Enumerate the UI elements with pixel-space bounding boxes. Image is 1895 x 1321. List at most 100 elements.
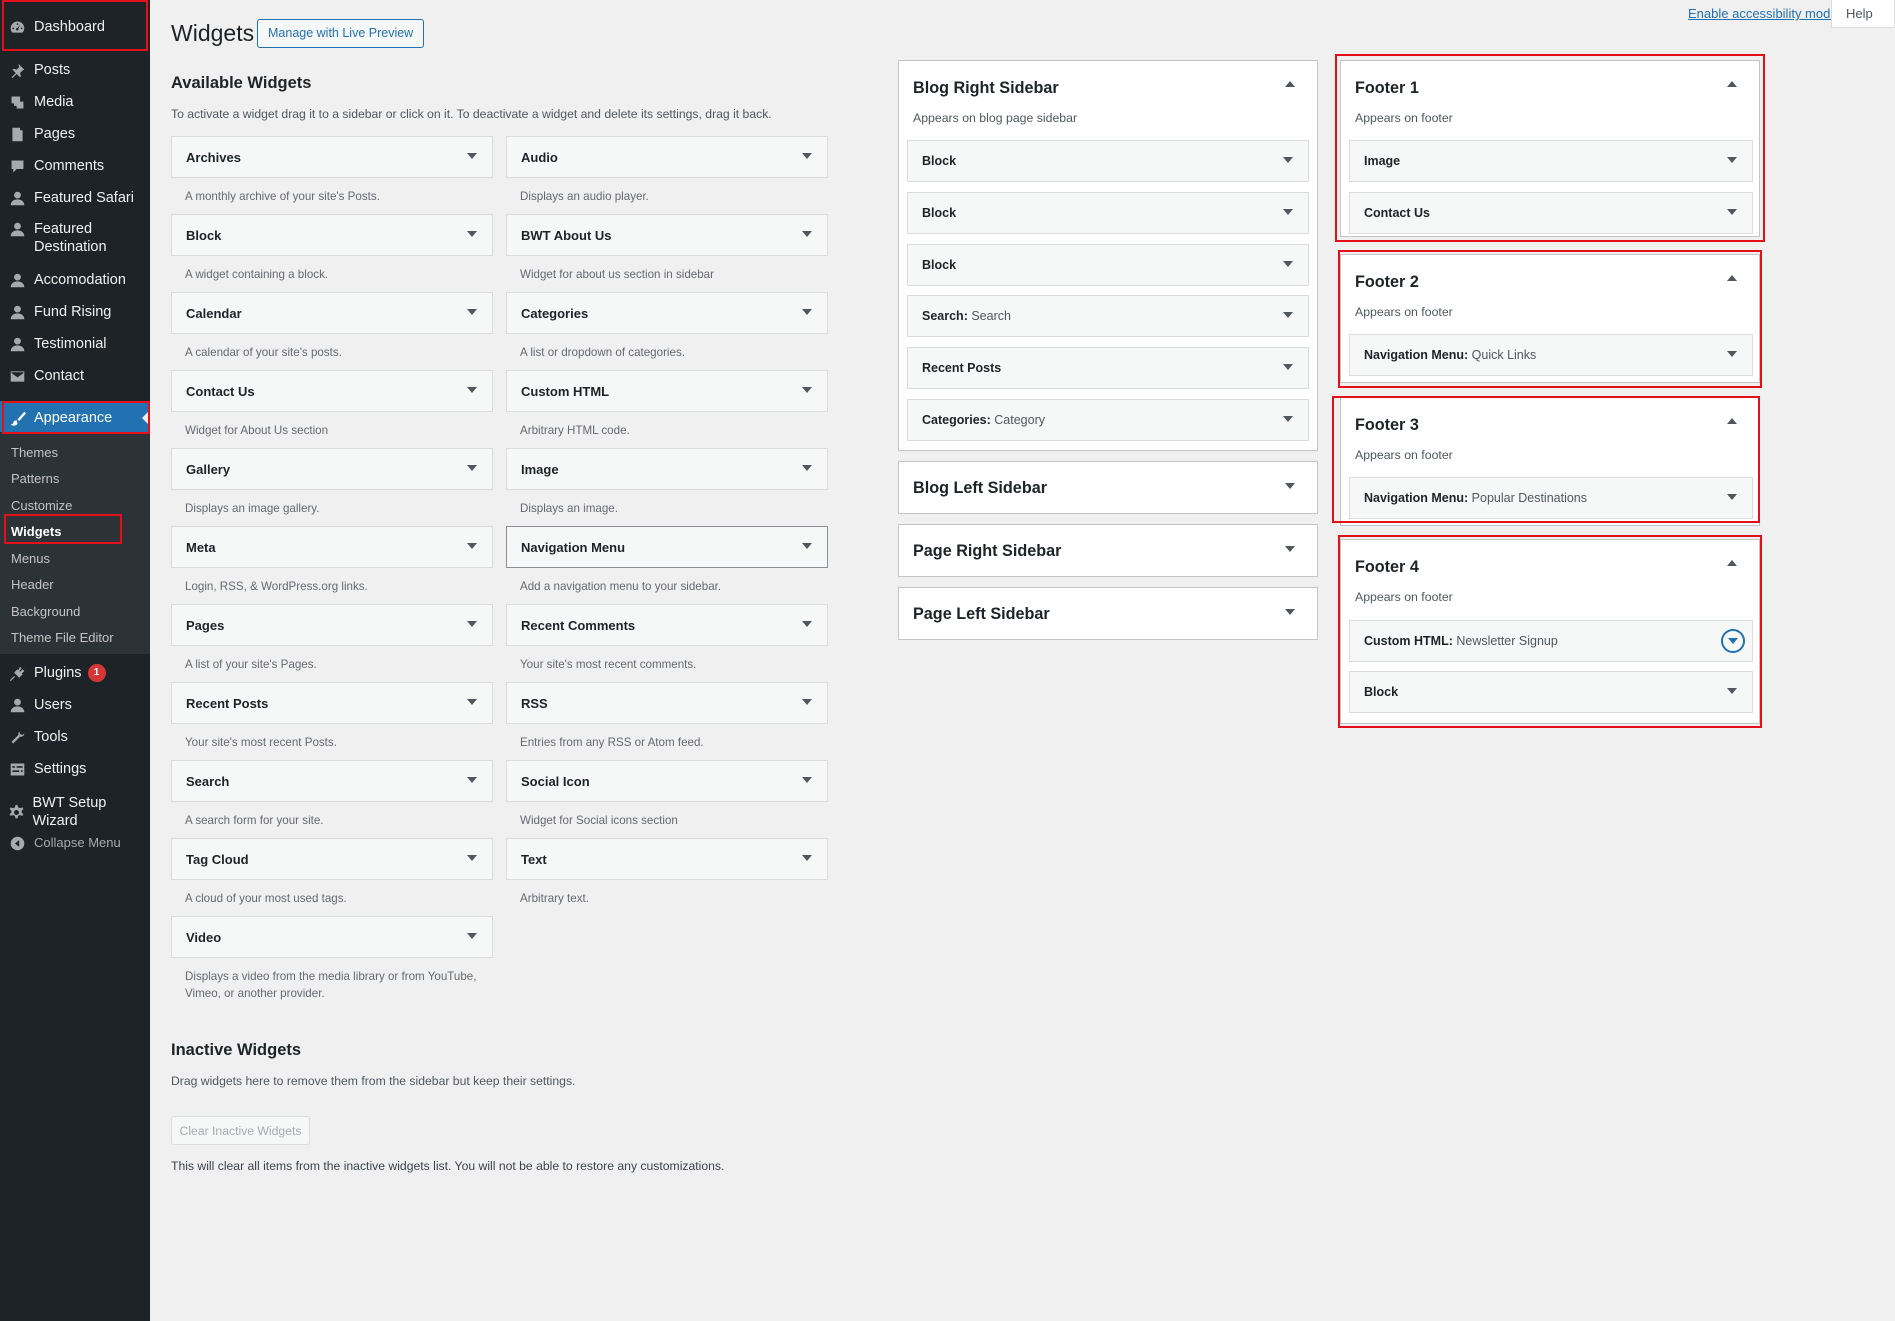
collapse-arrow-icon[interactable] — [1727, 560, 1737, 566]
sidebar-widget[interactable]: Categories: Category — [907, 399, 1309, 441]
submenu-header[interactable]: Header — [11, 577, 54, 592]
widget-rss[interactable]: RSS — [506, 682, 828, 724]
expand-arrow-icon[interactable] — [1727, 157, 1737, 163]
manage-live-preview-button[interactable]: Manage with Live Preview — [257, 19, 425, 48]
widget-search[interactable]: Search — [171, 760, 493, 802]
sidebar-widget[interactable]: Navigation Menu: Popular Destinations — [1349, 477, 1753, 519]
sidebar-footer-1[interactable]: Footer 1 Appears on footer Image Contact… — [1340, 60, 1760, 237]
sidebar-blog-left[interactable]: Blog Left Sidebar — [898, 461, 1318, 514]
expand-arrow-icon[interactable] — [467, 933, 477, 939]
expand-arrow-icon[interactable] — [802, 465, 812, 471]
menu-tools[interactable]: Tools — [0, 727, 150, 747]
collapse-arrow-icon[interactable] — [1727, 418, 1737, 424]
sidebar-widget[interactable]: Search: Search — [907, 295, 1309, 337]
sidebar-page-left[interactable]: Page Left Sidebar — [898, 587, 1318, 640]
widget-audio[interactable]: Audio — [506, 136, 828, 178]
menu-featured-safari[interactable]: Featured Safari — [0, 188, 150, 208]
widget-bwt-about-us[interactable]: BWT About Us — [506, 214, 828, 256]
sidebar-widget[interactable]: Block — [907, 192, 1309, 234]
widget-pages[interactable]: Pages — [171, 604, 493, 646]
sidebar-footer-2[interactable]: Footer 2 Appears on footer Navigation Me… — [1340, 254, 1760, 383]
expand-arrow-icon[interactable] — [802, 153, 812, 159]
widget-categories[interactable]: Categories — [506, 292, 828, 334]
expand-arrow-icon[interactable] — [467, 699, 477, 705]
sidebar-widget[interactable]: Navigation Menu: Quick Links — [1349, 334, 1753, 376]
expand-arrow-icon[interactable] — [1283, 416, 1293, 422]
sidebar-widget[interactable]: Image — [1349, 140, 1753, 182]
expand-arrow-icon[interactable] — [1283, 157, 1293, 163]
expand-arrow-icon[interactable] — [802, 543, 812, 549]
menu-dashboard[interactable]: Dashboard — [0, 12, 150, 42]
submenu-themes[interactable]: Themes — [11, 445, 58, 460]
expand-arrow-icon[interactable] — [802, 621, 812, 627]
widget-text[interactable]: Text — [506, 838, 828, 880]
expand-arrow-icon[interactable] — [802, 699, 812, 705]
submenu-widgets[interactable]: Widgets — [11, 524, 61, 539]
collapse-arrow-icon[interactable] — [1727, 81, 1737, 87]
expand-arrow-icon[interactable] — [802, 777, 812, 783]
expand-arrow-icon[interactable] — [802, 309, 812, 315]
expand-arrow-icon[interactable] — [467, 855, 477, 861]
expand-arrow-icon[interactable] — [467, 465, 477, 471]
sidebar-widget[interactable]: Block — [1349, 671, 1753, 713]
widget-recent-posts[interactable]: Recent Posts — [171, 682, 493, 724]
menu-settings[interactable]: Settings — [0, 759, 150, 779]
expand-arrow-icon[interactable] — [1727, 209, 1737, 215]
expand-arrow-icon[interactable] — [1727, 494, 1737, 500]
focused-expand-arrow-icon[interactable] — [1721, 629, 1745, 653]
expand-arrow-icon[interactable] — [802, 387, 812, 393]
collapse-arrow-icon[interactable] — [1727, 275, 1737, 281]
widget-gallery[interactable]: Gallery — [171, 448, 493, 490]
expand-arrow-icon[interactable] — [1283, 209, 1293, 215]
clear-inactive-widgets-button[interactable]: Clear Inactive Widgets — [171, 1116, 310, 1145]
menu-appearance[interactable]: Appearance — [0, 401, 150, 435]
sidebar-page-right[interactable]: Page Right Sidebar — [898, 524, 1318, 577]
widget-tag-cloud[interactable]: Tag Cloud — [171, 838, 493, 880]
expand-arrow-icon[interactable] — [1727, 351, 1737, 357]
expand-arrow-icon[interactable] — [802, 855, 812, 861]
enable-accessibility-link[interactable]: Enable accessibility mode — [1688, 6, 1838, 21]
sidebar-widget[interactable]: Recent Posts — [907, 347, 1309, 389]
expand-arrow-icon[interactable] — [467, 309, 477, 315]
widget-image[interactable]: Image — [506, 448, 828, 490]
widget-contact-us[interactable]: Contact Us — [171, 370, 493, 412]
menu-comments[interactable]: Comments — [0, 156, 150, 176]
widget-archives[interactable]: Archives — [171, 136, 493, 178]
sidebar-widget[interactable]: Block — [907, 140, 1309, 182]
expand-arrow-icon[interactable] — [467, 231, 477, 237]
menu-contact[interactable]: Contact — [0, 366, 150, 386]
widget-custom-html[interactable]: Custom HTML — [506, 370, 828, 412]
submenu-menus[interactable]: Menus — [11, 551, 50, 566]
expand-arrow-icon[interactable] — [467, 387, 477, 393]
submenu-customize[interactable]: Customize — [11, 498, 72, 513]
expand-arrow-icon[interactable] — [467, 777, 477, 783]
help-tab[interactable]: Help — [1831, 0, 1895, 28]
menu-bwt-setup-wizard[interactable]: BWT Setup Wizard — [0, 795, 150, 829]
expand-arrow-icon[interactable] — [467, 153, 477, 159]
expand-arrow-icon[interactable] — [1283, 312, 1293, 318]
menu-posts[interactable]: Posts — [0, 60, 150, 80]
sidebar-widget[interactable]: Block — [907, 244, 1309, 286]
expand-arrow-icon[interactable] — [1285, 609, 1295, 615]
widget-navigation-menu[interactable]: Navigation Menu — [506, 526, 828, 568]
widget-calendar[interactable]: Calendar — [171, 292, 493, 334]
expand-arrow-icon[interactable] — [1285, 483, 1295, 489]
sidebar-footer-4[interactable]: Footer 4 Appears on footer Custom HTML: … — [1340, 539, 1760, 724]
sidebar-widget[interactable]: Custom HTML: Newsletter Signup — [1349, 620, 1753, 662]
widget-block[interactable]: Block — [171, 214, 493, 256]
menu-pages[interactable]: Pages — [0, 124, 150, 144]
menu-users[interactable]: Users — [0, 695, 150, 715]
widget-meta[interactable]: Meta — [171, 526, 493, 568]
menu-fund-rising[interactable]: Fund Rising — [0, 302, 150, 322]
menu-accomodation[interactable]: Accomodation — [0, 270, 150, 290]
collapse-menu-button[interactable]: Collapse Menu — [0, 833, 150, 853]
widget-recent-comments[interactable]: Recent Comments — [506, 604, 828, 646]
sidebar-widget[interactable]: Contact Us — [1349, 192, 1753, 234]
expand-arrow-icon[interactable] — [467, 543, 477, 549]
expand-arrow-icon[interactable] — [1727, 688, 1737, 694]
expand-arrow-icon[interactable] — [1283, 261, 1293, 267]
expand-arrow-icon[interactable] — [1283, 364, 1293, 370]
menu-media[interactable]: Media — [0, 92, 150, 112]
sidebar-blog-right[interactable]: Blog Right Sidebar Appears on blog page … — [898, 60, 1318, 451]
submenu-theme-file-editor[interactable]: Theme File Editor — [11, 630, 114, 645]
